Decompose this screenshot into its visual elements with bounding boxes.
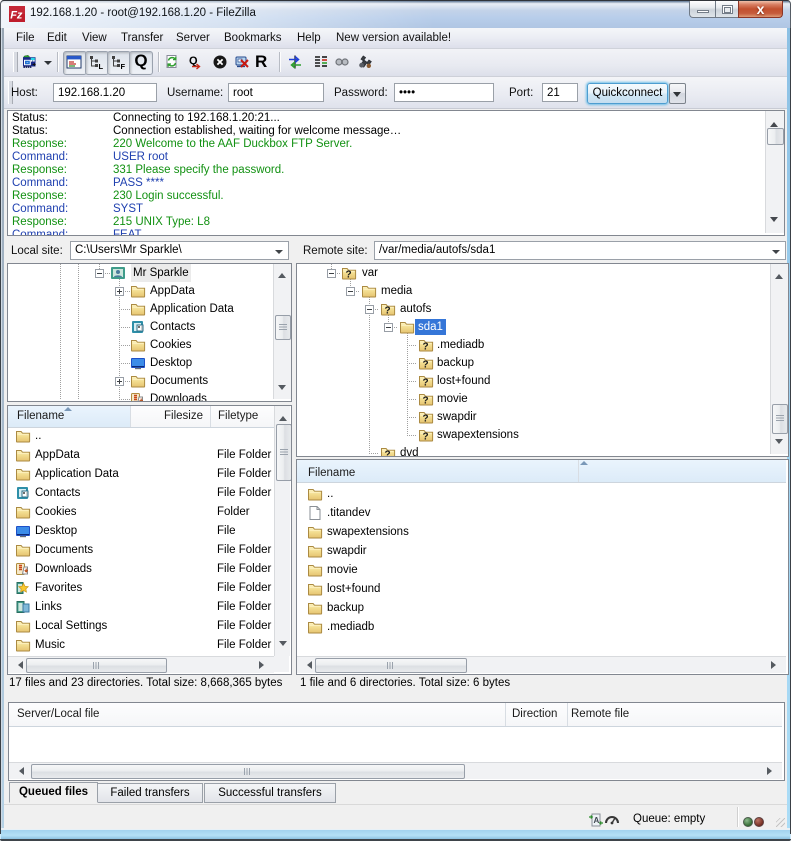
svg-text:Fz: Fz [10, 10, 23, 22]
